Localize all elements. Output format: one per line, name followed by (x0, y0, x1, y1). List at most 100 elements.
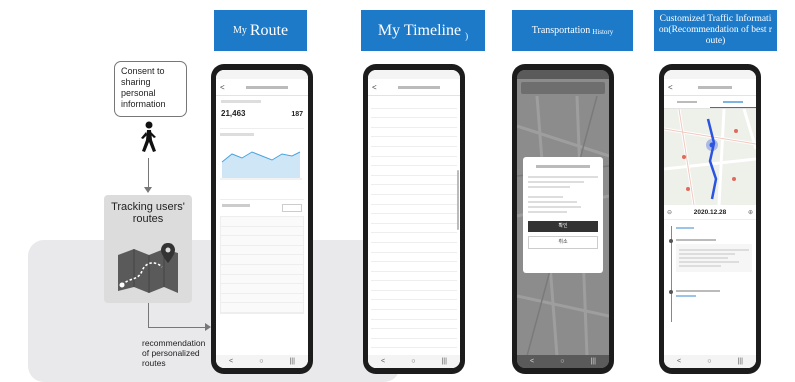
flow-line-down (148, 303, 149, 327)
nav-recent-button[interactable]: ||| (441, 358, 446, 365)
phone-my-timeline-screen: < < ○ ||| (368, 70, 460, 368)
list-title-line (222, 204, 250, 207)
walking-person-icon (134, 121, 162, 155)
phone-transportation-history: 확인 취소 < ○ ||| (512, 64, 614, 374)
timeline-row (371, 118, 457, 128)
header-transport-big: Transportation (531, 25, 591, 36)
header-my-route: My Route (214, 10, 307, 51)
header-transport-small: History (592, 28, 614, 36)
list-dropdown[interactable] (282, 204, 302, 212)
nav-recent-button[interactable]: ||| (590, 358, 595, 365)
nav-back-button[interactable]: < (677, 358, 681, 365)
timeline-row (371, 137, 457, 147)
header-my-timeline-suffix: ) (465, 30, 469, 41)
route-map-icon (116, 241, 180, 295)
popup-title-line (536, 165, 590, 168)
timeline-row (371, 310, 457, 320)
tab-right[interactable] (710, 96, 756, 108)
timeline-row (371, 339, 457, 349)
popup-cancel-button[interactable]: 취소 (528, 236, 598, 249)
timeline-row (371, 128, 457, 138)
status-bar (216, 70, 308, 79)
date-row: ⊖ 2020.12.28 ⊕ (664, 205, 756, 220)
timeline-row (371, 272, 457, 282)
timeline-list (664, 220, 756, 322)
phone-my-route: < 21,463 187 < ○ ||| (211, 64, 313, 374)
prev-date-icon[interactable]: ⊖ (667, 209, 672, 216)
search-bar[interactable] (521, 82, 605, 94)
timeline-row (371, 233, 457, 243)
map-tabs (664, 96, 756, 109)
list-row (221, 246, 303, 256)
timeline-row (371, 99, 457, 109)
nav-back-button[interactable]: < (381, 358, 385, 365)
nav-recent-button[interactable]: ||| (289, 358, 294, 365)
nav-home-button[interactable]: ○ (411, 358, 415, 365)
phone-customized-screen: < ⊖ 2020.12.28 ⊕ < ○ ||| (664, 70, 756, 368)
timeline-row (371, 176, 457, 186)
popup-confirm-button[interactable]: 확인 (528, 221, 598, 232)
back-icon[interactable]: < (220, 83, 230, 92)
phone-my-timeline: < < ○ ||| (363, 64, 465, 374)
timeline-row (371, 195, 457, 205)
nav-home-button[interactable]: ○ (259, 358, 263, 365)
app-top-bar: < (216, 79, 308, 96)
status-bar (368, 70, 460, 79)
nav-back-button[interactable]: < (229, 358, 233, 365)
scrollbar[interactable] (457, 170, 459, 230)
status-bar (517, 70, 609, 79)
timeline-row (371, 243, 457, 253)
list-row (221, 236, 303, 246)
next-date-icon[interactable]: ⊕ (748, 209, 753, 216)
flow-arrow-down (148, 158, 149, 188)
timeline-entry (669, 290, 752, 297)
back-icon[interactable]: < (372, 83, 382, 92)
timeline-row (371, 147, 457, 157)
system-nav-bar: < ○ ||| (517, 355, 609, 368)
route-line-chart (220, 151, 302, 180)
timeline-row (371, 205, 457, 215)
nav-recent-button[interactable]: ||| (737, 358, 742, 365)
nav-back-button[interactable]: < (530, 358, 534, 365)
timeline-row (371, 291, 457, 301)
status-bar (664, 70, 756, 79)
phone-my-route-screen: < 21,463 187 < ○ ||| (216, 70, 308, 368)
list-row (221, 255, 303, 265)
recommendation-text: recommendation of personalized routes (142, 338, 206, 368)
tab-left[interactable] (664, 96, 710, 108)
popup-body (523, 176, 603, 213)
system-nav-bar: < ○ ||| (664, 355, 756, 368)
list-row (221, 217, 303, 227)
timeline-row (371, 253, 457, 263)
list-row (221, 227, 303, 237)
back-icon[interactable]: < (668, 83, 678, 92)
timeline-row (371, 300, 457, 311)
date-label: 2020.12.28 (693, 208, 727, 216)
header-my-route-small: My (232, 25, 247, 36)
phone-customized-traffic: < ⊖ 2020.12.28 ⊕ < ○ ||| (659, 64, 761, 374)
stat-left-value: 21,463 (221, 109, 246, 118)
chart-section (220, 128, 304, 189)
consent-text: Consent to sharing personal information (121, 66, 166, 109)
list-section (220, 199, 304, 314)
nav-home-button[interactable]: ○ (560, 358, 564, 365)
system-nav-bar: < ○ ||| (368, 355, 460, 368)
header-my-route-big: Route (249, 21, 289, 39)
header-my-timeline-text: My Timeline (377, 21, 462, 39)
timeline-row (371, 329, 457, 339)
header-transportation-history: Transportation History (512, 10, 633, 51)
notification-popup: 확인 취소 (523, 157, 603, 273)
list-row (221, 275, 303, 285)
tracking-text: Tracking users' routes (111, 201, 185, 225)
tracking-box: Tracking users' routes (104, 195, 192, 303)
timeline-row (371, 224, 457, 234)
chart-caption-line (220, 133, 254, 136)
consent-box: Consent to sharing personal information (114, 61, 187, 117)
app-title-bar-line (698, 85, 732, 89)
timeline-table (371, 99, 457, 368)
nav-home-button[interactable]: ○ (707, 358, 711, 365)
timeline-row (371, 109, 457, 119)
timeline-entry (669, 239, 752, 272)
phone-transport-screen: 확인 취소 < ○ ||| (517, 70, 609, 368)
app-title-bar-line (246, 85, 288, 89)
